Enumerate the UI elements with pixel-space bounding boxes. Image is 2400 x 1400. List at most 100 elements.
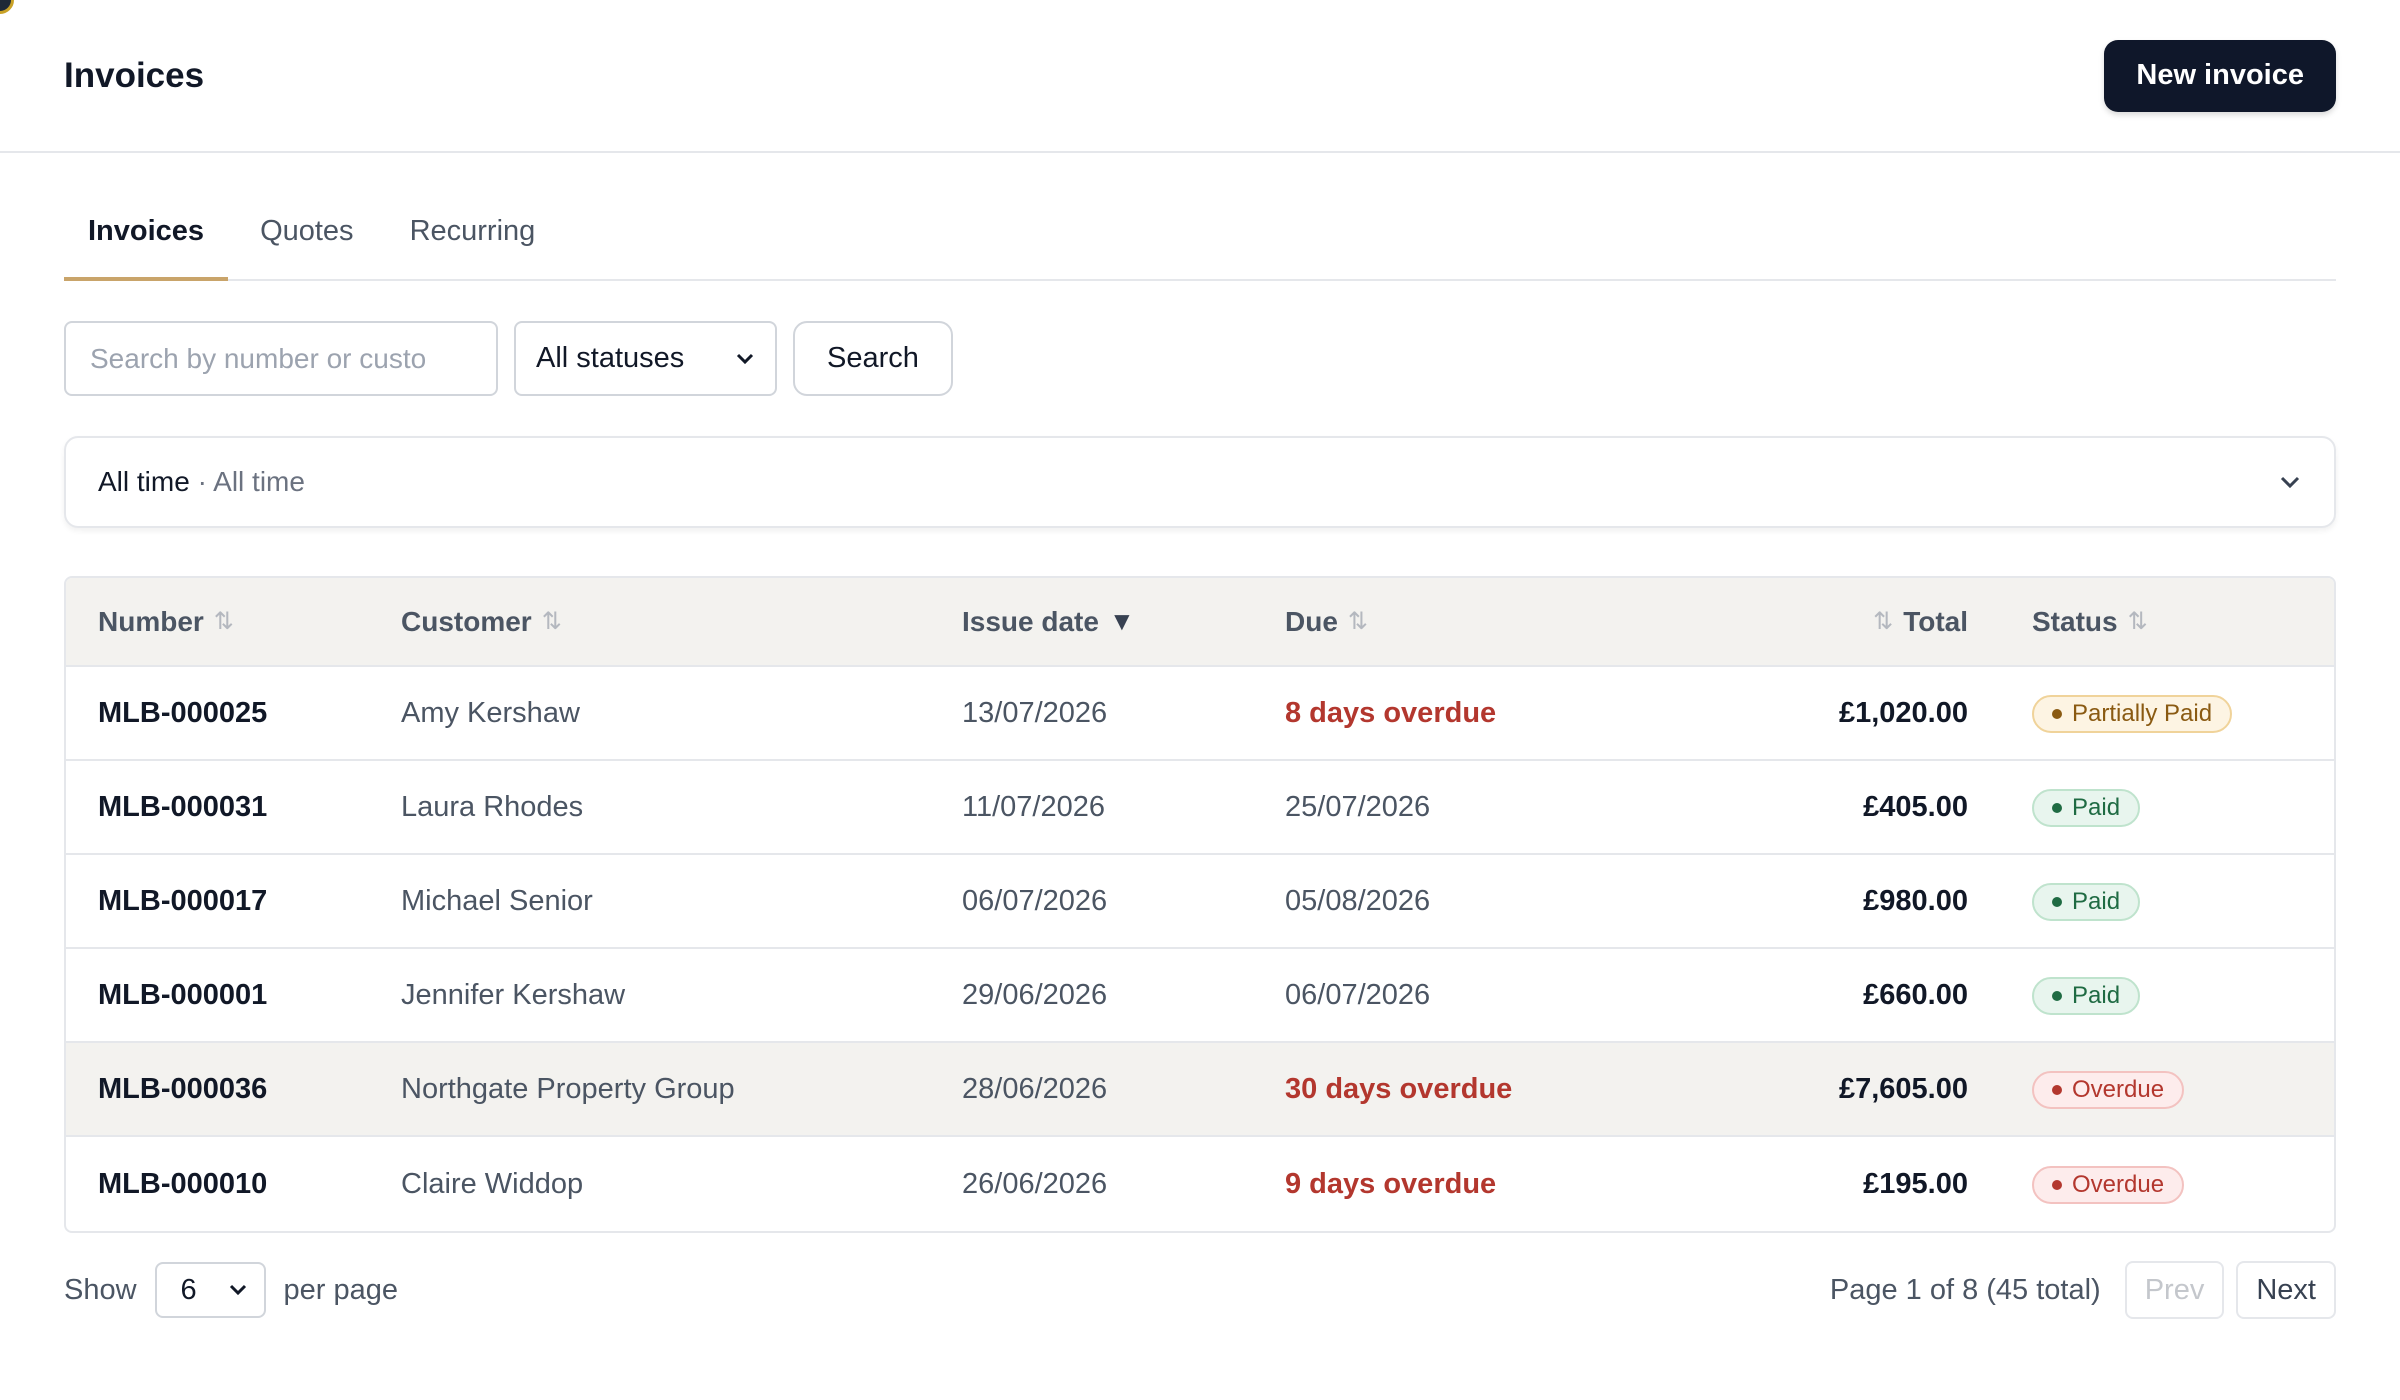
table-row[interactable]: MLB-000017 Michael Senior 06/07/2026 05/… bbox=[66, 855, 2334, 949]
status-badge-label: Partially Paid bbox=[2072, 699, 2213, 727]
table-header: Number ⇅ Customer ⇅ Issue date ▼ Due ⇅ ⇅… bbox=[66, 578, 2334, 667]
due-status: 8 days overdue bbox=[1285, 696, 1497, 729]
sort-icon: ⇅ bbox=[541, 608, 562, 635]
issue-date: 29/06/2026 bbox=[962, 978, 1108, 1011]
table-row[interactable]: MLB-000025 Amy Kershaw 13/07/2026 8 days… bbox=[66, 667, 2334, 761]
column-label: Customer bbox=[401, 605, 532, 637]
invoice-total: £195.00 bbox=[1863, 1167, 1968, 1200]
tab-recurring[interactable]: Recurring bbox=[386, 211, 560, 281]
date-range-panel[interactable]: All time · All time bbox=[64, 436, 2336, 528]
status-dot-icon bbox=[2052, 896, 2062, 907]
status-badge: Overdue bbox=[2032, 1070, 2185, 1109]
due-date: 05/08/2026 bbox=[1285, 884, 1431, 917]
status-cell: Overdue bbox=[1968, 1165, 2334, 1204]
status-badge-label: Overdue bbox=[2072, 1170, 2165, 1198]
sort-icon: ⇅ bbox=[1347, 608, 1369, 635]
customer-name: Northgate Property Group bbox=[401, 1072, 735, 1105]
per-page-value: 6 bbox=[180, 1273, 197, 1306]
status-select-value: All statuses bbox=[536, 342, 685, 374]
invoice-total: £7,605.00 bbox=[1838, 1072, 1968, 1105]
invoice-number[interactable]: MLB-000031 bbox=[66, 791, 401, 824]
table-row[interactable]: MLB-000001 Jennifer Kershaw 29/06/2026 0… bbox=[66, 949, 2334, 1043]
topbar: Invoices New invoice bbox=[0, 0, 2400, 153]
sort-icon: ⇅ bbox=[1873, 608, 1894, 635]
column-header-number[interactable]: Number ⇅ bbox=[66, 606, 401, 638]
status-dot-icon bbox=[2052, 1179, 2062, 1190]
due-status: 9 days overdue bbox=[1285, 1167, 1497, 1200]
date-range-primary: All time bbox=[98, 466, 190, 497]
customer-name: Claire Widdop bbox=[401, 1167, 584, 1200]
table-row[interactable]: MLB-000010 Claire Widdop 26/06/2026 9 da… bbox=[66, 1137, 2334, 1231]
customer-name: Michael Senior bbox=[401, 884, 593, 917]
chevron-down-icon bbox=[735, 352, 755, 366]
status-dot-icon bbox=[2052, 708, 2062, 719]
table-footer: Show 6 per page Page 1 of 8 (45 total) P… bbox=[64, 1261, 2336, 1319]
status-badge: Overdue bbox=[2032, 1165, 2185, 1204]
next-page-button[interactable]: Next bbox=[2236, 1261, 2336, 1319]
new-invoice-button[interactable]: New invoice bbox=[2104, 39, 2336, 112]
column-header-issue-date[interactable]: Issue date ▼ bbox=[962, 606, 1285, 638]
status-badge-label: Overdue bbox=[2072, 1075, 2165, 1103]
status-cell: Paid bbox=[1968, 882, 2334, 921]
column-header-status[interactable]: Status ⇅ bbox=[1968, 606, 2334, 638]
invoice-number[interactable]: MLB-000025 bbox=[66, 697, 401, 730]
prev-page-button[interactable]: Prev bbox=[2124, 1261, 2225, 1319]
status-badge-label: Paid bbox=[2072, 887, 2121, 915]
date-range-label: All time · All time bbox=[98, 466, 305, 498]
table-row[interactable]: MLB-000036 Northgate Property Group 28/0… bbox=[66, 1043, 2334, 1137]
invoice-total: £1,020.00 bbox=[1838, 696, 1968, 729]
sort-descending-icon: ▼ bbox=[1108, 606, 1135, 636]
status-select[interactable]: All statuses bbox=[514, 321, 777, 396]
status-dot-icon bbox=[2052, 990, 2062, 1001]
main-content: Invoices Quotes Recurring All statuses S… bbox=[0, 211, 2400, 1319]
status-dot-icon bbox=[2052, 1084, 2062, 1095]
invoice-total: £660.00 bbox=[1863, 978, 1968, 1011]
issue-date: 13/07/2026 bbox=[962, 696, 1108, 729]
column-label: Due bbox=[1285, 605, 1338, 637]
due-date: 25/07/2026 bbox=[1285, 790, 1431, 823]
per-page-select[interactable]: 6 bbox=[154, 1262, 266, 1318]
issue-date: 28/06/2026 bbox=[962, 1072, 1108, 1105]
status-badge: Paid bbox=[2032, 882, 2141, 921]
invoice-number[interactable]: MLB-000001 bbox=[66, 979, 401, 1012]
show-label: Show bbox=[64, 1273, 137, 1306]
column-label: Number bbox=[98, 605, 204, 637]
issue-date: 06/07/2026 bbox=[962, 884, 1108, 917]
column-label: Total bbox=[1903, 605, 1968, 637]
status-badge: Paid bbox=[2032, 788, 2141, 827]
due-date: 06/07/2026 bbox=[1285, 978, 1431, 1011]
column-header-due[interactable]: Due ⇅ bbox=[1285, 606, 1605, 638]
issue-date: 11/07/2026 bbox=[962, 790, 1105, 823]
issue-date: 26/06/2026 bbox=[962, 1167, 1108, 1200]
table-row[interactable]: MLB-000031 Laura Rhodes 11/07/2026 25/07… bbox=[66, 761, 2334, 855]
sort-icon: ⇅ bbox=[213, 608, 234, 635]
status-cell: Partially Paid bbox=[1968, 694, 2334, 733]
invoice-total: £980.00 bbox=[1863, 884, 1968, 917]
tabs: Invoices Quotes Recurring bbox=[64, 211, 2336, 281]
per-page-label: per page bbox=[283, 1273, 399, 1306]
invoice-number[interactable]: MLB-000010 bbox=[66, 1168, 401, 1201]
status-badge: Paid bbox=[2032, 976, 2141, 1015]
page-title: Invoices bbox=[64, 55, 205, 95]
pagination: Page 1 of 8 (45 total) Prev Next bbox=[1830, 1261, 2336, 1319]
customer-name: Amy Kershaw bbox=[401, 696, 580, 729]
tab-invoices[interactable]: Invoices bbox=[64, 211, 229, 281]
chevron-down-icon bbox=[2278, 474, 2302, 490]
invoice-total: £405.00 bbox=[1863, 790, 1968, 823]
status-badge-label: Paid bbox=[2072, 793, 2121, 821]
invoices-table: Number ⇅ Customer ⇅ Issue date ▼ Due ⇅ ⇅… bbox=[64, 576, 2336, 1233]
invoice-number[interactable]: MLB-000017 bbox=[66, 885, 401, 918]
column-label: Issue date bbox=[962, 605, 1099, 637]
customer-name: Laura Rhodes bbox=[401, 790, 584, 823]
status-cell: Paid bbox=[1968, 788, 2334, 827]
customer-name: Jennifer Kershaw bbox=[401, 978, 626, 1011]
column-header-customer[interactable]: Customer ⇅ bbox=[401, 606, 962, 638]
status-badge: Partially Paid bbox=[2032, 694, 2233, 733]
column-header-total[interactable]: ⇅ Total bbox=[1605, 606, 1968, 638]
search-button[interactable]: Search bbox=[793, 321, 953, 396]
invoice-number[interactable]: MLB-000036 bbox=[66, 1073, 401, 1106]
date-range-secondary: All time bbox=[213, 466, 305, 497]
sort-icon: ⇅ bbox=[2127, 608, 2148, 635]
search-input[interactable] bbox=[64, 321, 498, 396]
tab-quotes[interactable]: Quotes bbox=[236, 211, 378, 281]
